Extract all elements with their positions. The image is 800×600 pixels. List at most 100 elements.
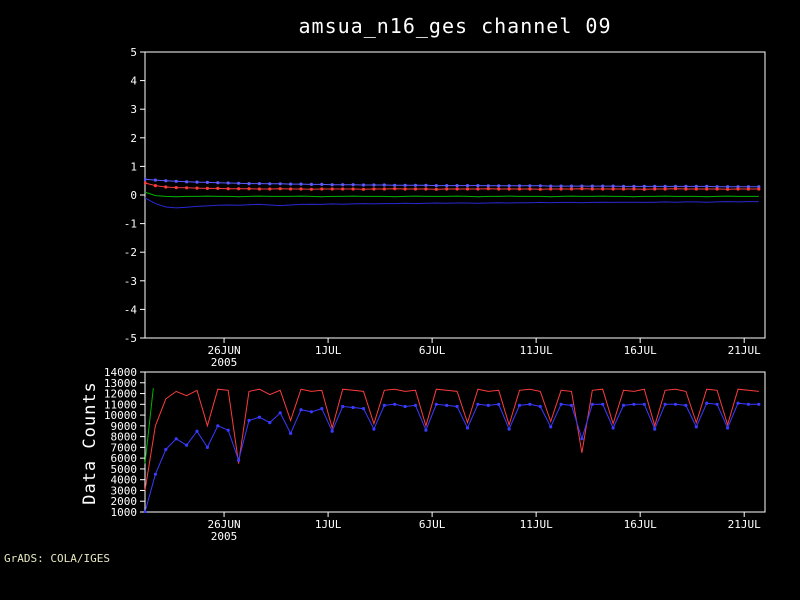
- series-marker: [455, 184, 459, 188]
- y-tick-label: 0: [130, 189, 137, 202]
- plot-canvas: 543210-1-2-3-4-526JUN20051JUL 6JUL 11JUL 16…: [104, 46, 766, 543]
- series-marker: [372, 427, 376, 431]
- series-marker: [673, 402, 678, 406]
- series-marker: [413, 187, 418, 191]
- series-marker: [289, 431, 293, 435]
- series-marker: [569, 187, 574, 191]
- series-marker: [278, 411, 282, 415]
- series-marker: [642, 187, 646, 191]
- plot-frame: [144, 51, 766, 339]
- series-marker: [144, 181, 147, 185]
- series-marker: [185, 443, 189, 447]
- series-marker: [309, 182, 313, 186]
- series-marker: [590, 184, 594, 188]
- series-marker: [642, 184, 646, 188]
- series-marker: [205, 180, 209, 184]
- series-marker: [341, 183, 345, 187]
- series-marker: [403, 404, 407, 409]
- series-marker: [195, 186, 199, 190]
- series-marker: [486, 184, 490, 188]
- plot-frame: [144, 371, 766, 513]
- series-marker: [757, 402, 761, 406]
- series-marker: [684, 403, 688, 407]
- series-marker: [226, 181, 230, 185]
- series-marker: [715, 187, 719, 191]
- series-marker: [705, 401, 709, 405]
- series-marker: [153, 184, 157, 188]
- series-marker: [174, 186, 178, 190]
- y-tick-label: 4: [130, 75, 137, 88]
- series-marker: [341, 187, 345, 191]
- series-marker: [590, 187, 594, 191]
- series-marker: [351, 405, 355, 410]
- series-marker: [351, 183, 355, 187]
- series-marker: [174, 437, 178, 441]
- series-marker: [673, 187, 678, 191]
- series-marker: [757, 187, 761, 191]
- series-line: [144, 402, 759, 513]
- series-marker: [361, 407, 366, 411]
- series-marker: [164, 185, 168, 189]
- series-marker: [507, 427, 511, 431]
- x-tick-label: 6JUL: [419, 518, 446, 531]
- y-tick-label: -4: [124, 303, 138, 316]
- x-tick-label: 16JUL: [624, 344, 657, 357]
- series-marker: [538, 404, 542, 409]
- series-marker: [299, 408, 303, 412]
- series-marker: [559, 402, 563, 406]
- series-marker: [216, 424, 220, 428]
- series-marker: [164, 179, 168, 183]
- y-tick-label: -2: [124, 246, 137, 259]
- series-marker: [330, 187, 334, 191]
- series-marker: [580, 187, 584, 191]
- series-marker: [726, 426, 730, 430]
- series-marker: [185, 180, 189, 184]
- series-marker: [601, 402, 605, 406]
- series-marker: [320, 187, 324, 191]
- x-tick-label: 21JUL: [728, 518, 761, 531]
- series-marker: [580, 437, 584, 441]
- series-marker: [465, 426, 470, 430]
- series-marker: [517, 184, 522, 188]
- series-marker: [434, 184, 438, 188]
- y-tick-label: 2: [130, 132, 137, 145]
- series-marker: [694, 187, 698, 191]
- series-marker: [424, 187, 428, 191]
- series-marker: [549, 425, 553, 429]
- series-marker: [393, 187, 397, 191]
- series-marker: [684, 187, 688, 191]
- series-blue-marker-bias: [144, 177, 761, 189]
- series-marker: [153, 472, 157, 476]
- series-marker: [320, 182, 324, 186]
- series-marker: [351, 187, 355, 191]
- series-marker: [601, 187, 605, 191]
- series-marker: [382, 403, 386, 407]
- x-tick-label: 6JUL: [419, 344, 446, 357]
- series-marker: [372, 187, 376, 191]
- y-tick-label: 5: [130, 46, 137, 59]
- series-marker: [611, 426, 615, 430]
- series-marker: [445, 403, 449, 407]
- series-marker: [476, 184, 480, 188]
- series-marker: [507, 184, 511, 188]
- y-tick-label: -5: [124, 332, 137, 345]
- series-marker: [278, 187, 282, 191]
- series-marker: [413, 183, 418, 187]
- series-marker: [559, 187, 563, 191]
- series-marker: [517, 403, 522, 407]
- x-tick-label: 11JUL: [520, 344, 553, 357]
- series-marker: [257, 415, 261, 419]
- series-marker: [507, 187, 511, 191]
- x-tick-label: 16JUL: [624, 518, 657, 531]
- series-marker: [289, 182, 293, 186]
- series-marker: [611, 187, 615, 191]
- series-marker: [455, 187, 459, 191]
- x-tick-label: 1JUL: [315, 344, 342, 357]
- series-marker: [726, 187, 730, 191]
- series-marker: [528, 402, 532, 406]
- series-marker: [559, 184, 563, 188]
- series-marker: [299, 182, 303, 186]
- series-marker: [268, 421, 272, 425]
- series-marker: [372, 183, 376, 187]
- series-marker: [455, 404, 459, 409]
